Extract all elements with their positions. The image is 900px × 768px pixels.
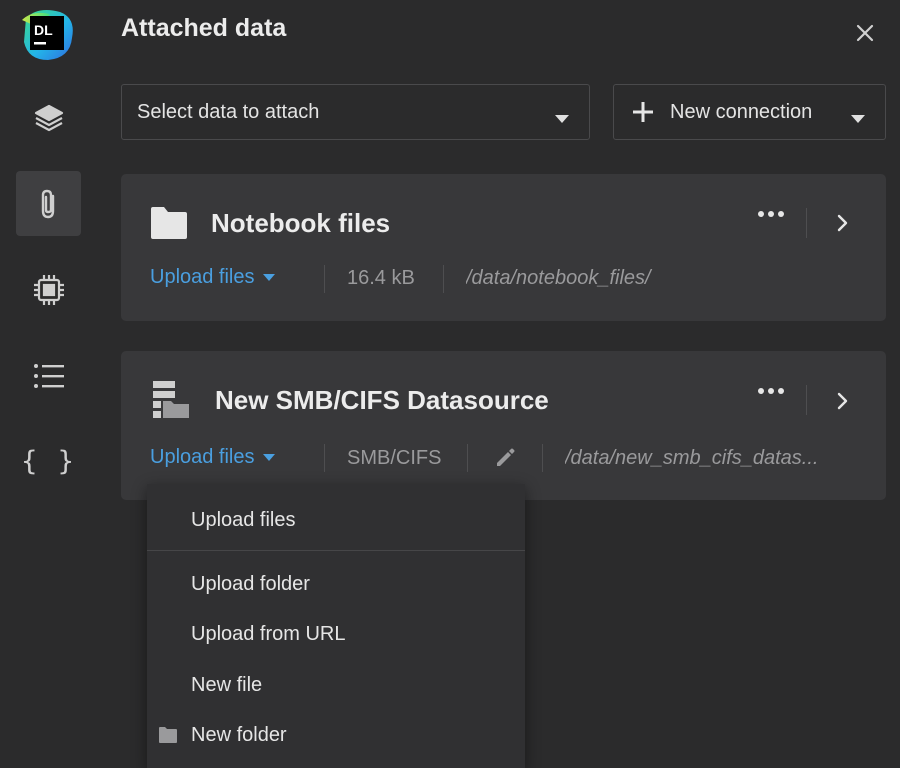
close-icon [856,24,874,47]
notebook-files-card: Notebook files Upload files 16.4 kB /dat… [121,174,886,321]
chevron-right-icon[interactable] [837,214,849,237]
menu-separator [147,550,525,551]
rail-attachments-button[interactable] [16,171,81,236]
size-label: 16.4 kB [347,267,415,289]
new-connection-label: New connection [670,100,813,123]
upload-files-link[interactable]: Upload files [150,446,275,469]
datalore-logo[interactable]: DL [20,8,76,62]
divider [324,444,325,472]
select-data-placeholder: Select data to attach [137,100,320,123]
logo-text: DL [34,22,53,38]
attached-data-panel: DL {} Attached data Select data to atta… [0,0,900,768]
layers-icon [33,102,65,134]
divider [443,265,444,293]
menu-item-upload-files[interactable]: Upload files [147,498,525,542]
folder-icon [159,727,177,743]
rail-layers-button[interactable] [16,85,81,150]
close-button[interactable] [852,22,878,48]
left-rail: DL {} [0,0,97,768]
menu-item-upload-folder[interactable]: Upload folder [147,562,525,606]
more-options-icon[interactable] [757,210,785,218]
divider [542,444,543,472]
menu-item-label: Upload folder [191,572,310,595]
upload-menu: Upload files Upload folder Upload from U… [147,484,525,768]
chevron-right-icon[interactable] [837,392,849,415]
select-data-dropdown[interactable]: Select data to attach [121,84,590,140]
rail-compute-button[interactable] [16,257,81,322]
panel-title: Attached data [121,14,287,42]
list-icon [33,361,65,391]
divider [806,208,807,238]
more-options-icon[interactable] [757,387,785,395]
chip-icon [32,273,66,307]
folder-icon [151,207,187,244]
menu-item-label: New folder [191,723,287,746]
menu-item-label: Upload from URL [191,622,346,645]
card-title: New SMB/CIFS Datasource [215,385,549,415]
type-label: SMB/CIFS [347,447,442,469]
caret-down-icon [262,274,275,281]
braces-icon: { } [21,446,76,477]
rail-outline-button[interactable] [16,343,81,408]
plus-icon [632,101,654,123]
divider [806,385,807,415]
datasource-icon [151,381,191,424]
menu-item-new-file[interactable]: New file [147,663,525,707]
path-label: /data/notebook_files/ [466,267,651,289]
card-title: Notebook files [211,208,391,238]
upload-files-link[interactable]: Upload files [150,266,275,289]
menu-item-label: New file [191,673,263,696]
caret-down-icon [555,107,569,130]
paperclip-icon [34,187,64,221]
caret-down-icon [262,454,275,461]
new-connection-button[interactable]: New connection [613,84,886,140]
menu-item-label: Upload files [191,508,296,531]
path-label: /data/new_smb_cifs_datas... [565,447,819,469]
upload-files-label: Upload files [150,266,255,288]
caret-down-icon [851,107,865,130]
smb-datasource-card: New SMB/CIFS Datasource Upload files SMB… [121,351,886,500]
upload-files-label: Upload files [150,446,255,468]
menu-item-upload-from-url[interactable]: Upload from URL [147,612,525,656]
rail-variables-button[interactable]: { } [16,429,81,494]
divider [324,265,325,293]
menu-item-new-folder[interactable]: New folder [147,713,525,757]
edit-icon[interactable] [494,445,518,474]
divider [467,444,468,472]
